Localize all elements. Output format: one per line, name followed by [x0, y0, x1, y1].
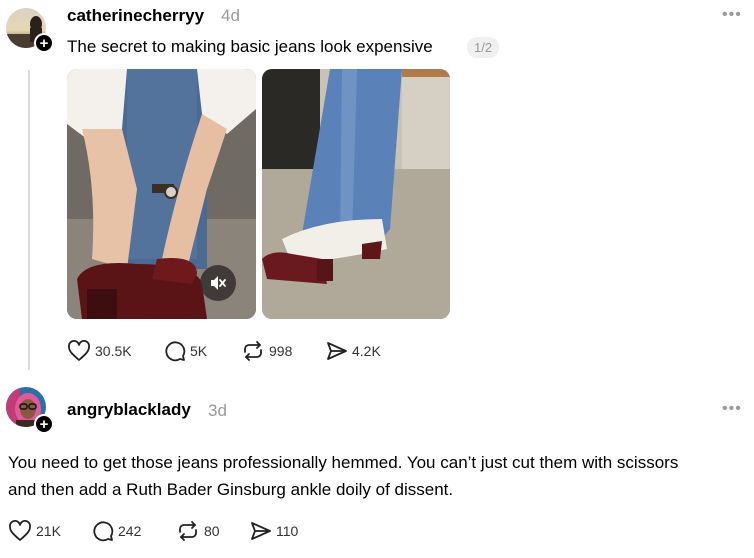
follow-plus-button[interactable]: +	[34, 33, 54, 53]
repost-icon	[179, 521, 197, 541]
repost-count: 80	[204, 523, 220, 539]
thread-pager-badge: 1/2	[467, 37, 500, 58]
comment-icon	[93, 521, 114, 542]
like-count: 21K	[36, 523, 61, 539]
follow-plus-button[interactable]: +	[34, 414, 54, 434]
repost-button[interactable]: 80	[176, 520, 220, 542]
like-count: 30.5K	[95, 343, 132, 359]
username[interactable]: angryblacklady	[67, 400, 191, 420]
post-text: You need to get those jeans professional…	[8, 449, 752, 503]
comment-button[interactable]: 242	[92, 520, 141, 542]
comment-icon	[165, 341, 186, 362]
like-button[interactable]: 30.5K	[67, 340, 132, 362]
share-button[interactable]: 4.2K	[326, 340, 381, 362]
heart-icon	[68, 340, 90, 361]
share-button[interactable]: 110	[250, 520, 298, 542]
mute-toggle-button[interactable]	[200, 265, 236, 301]
more-options-button[interactable]: •••	[722, 6, 742, 24]
post-text-line-2: and then add a Ruth Bader Ginsburg ankle…	[8, 480, 454, 499]
thread-line	[28, 70, 30, 370]
image-jeans-lace-shoes	[262, 69, 450, 319]
comment-count: 242	[118, 523, 142, 539]
post-time: 4d	[221, 6, 240, 25]
like-button[interactable]: 21K	[8, 520, 61, 542]
repost-count: 998	[269, 343, 293, 359]
username[interactable]: catherinecherryy	[67, 6, 204, 26]
send-icon	[251, 522, 271, 540]
post-time: 3d	[208, 401, 227, 420]
repost-button[interactable]: 998	[241, 340, 292, 362]
post-text-line-1: You need to get those jeans professional…	[8, 453, 679, 472]
post-text: The secret to making basic jeans look ex…	[67, 37, 433, 56]
more-options-button[interactable]: •••	[722, 400, 742, 418]
heart-icon	[9, 520, 31, 541]
comment-count: 5K	[190, 343, 208, 359]
muted-speaker-icon	[211, 276, 226, 290]
send-icon	[327, 342, 347, 360]
share-count: 4.2K	[352, 343, 381, 359]
repost-icon	[244, 341, 262, 361]
comment-button[interactable]: 5K	[164, 340, 207, 362]
post-image[interactable]	[262, 69, 450, 319]
share-count: 110	[276, 523, 299, 539]
